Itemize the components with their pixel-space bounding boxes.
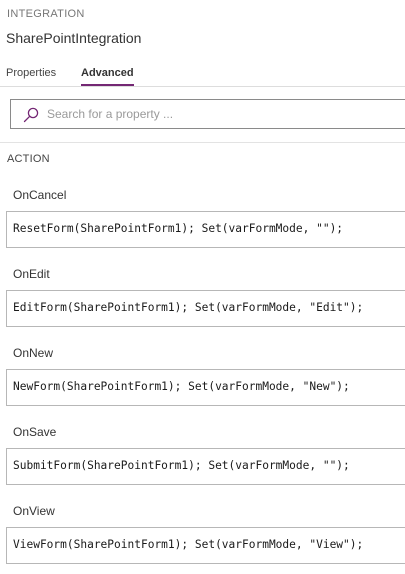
tab-advanced[interactable]: Advanced <box>81 66 134 86</box>
formula-field-onnew[interactable]: NewForm(SharePointForm1); Set(varFormMod… <box>6 369 405 406</box>
formula-field-oncancel[interactable]: ResetForm(SharePointForm1); Set(varFormM… <box>6 211 405 248</box>
formula-text: SubmitForm(SharePointForm1); Set(varForm… <box>13 459 350 472</box>
property-label-oncancel: OnCancel <box>13 188 67 202</box>
search-input[interactable] <box>47 105 387 123</box>
property-label-onsave: OnSave <box>13 425 57 439</box>
group-divider <box>0 142 405 143</box>
formula-field-onsave[interactable]: SubmitForm(SharePointForm1); Set(varForm… <box>6 448 405 485</box>
group-title-action: ACTION <box>7 153 50 165</box>
property-label-onview: OnView <box>13 504 55 518</box>
formula-field-onedit[interactable]: EditForm(SharePointForm1); Set(varFormMo… <box>6 290 405 327</box>
tab-properties[interactable]: Properties <box>6 66 56 86</box>
tabs-divider <box>0 86 405 87</box>
control-name: SharePointIntegration <box>6 30 142 46</box>
property-label-onnew: OnNew <box>13 346 54 360</box>
search-icon <box>23 107 39 123</box>
formula-text: EditForm(SharePointForm1); Set(varFormMo… <box>13 301 364 314</box>
property-label-onedit: OnEdit <box>13 267 50 281</box>
formula-field-onview[interactable]: ViewForm(SharePointForm1); Set(varFormMo… <box>6 527 405 564</box>
panel-header: INTEGRATION SharePointIntegration Proper… <box>0 0 405 90</box>
formula-text: ResetForm(SharePointForm1); Set(varFormM… <box>13 222 344 235</box>
formula-text: NewForm(SharePointForm1); Set(varFormMod… <box>13 380 350 393</box>
formula-text: ViewForm(SharePointForm1); Set(varFormMo… <box>13 538 364 551</box>
section-label: INTEGRATION <box>7 8 85 20</box>
search-box[interactable] <box>10 99 405 129</box>
